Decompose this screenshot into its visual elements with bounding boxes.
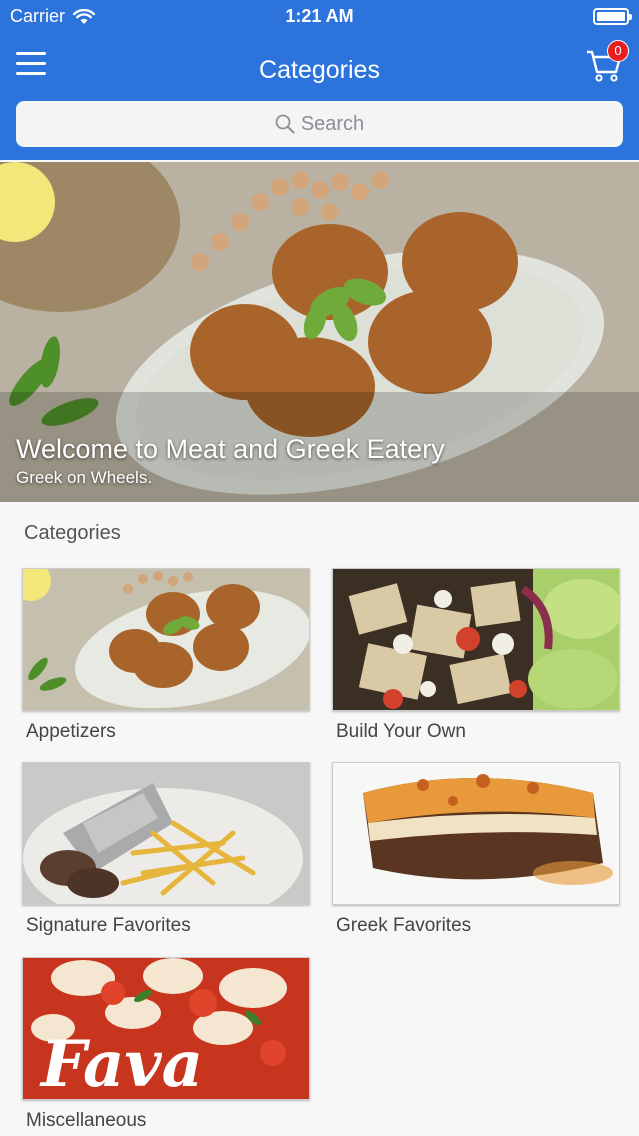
hero-subtitle: Greek on Wheels. [16,468,153,487]
category-image [332,762,620,905]
category-label: Appetizers [26,721,116,742]
hero-banner[interactable]: Welcome to Meat and Greek Eatery Greek o… [0,162,639,502]
category-image [22,568,310,711]
top-bar: Carrier 1:21 AM Categories 0 Search [0,0,639,160]
section-title: Categories [24,522,121,544]
category-label: Greek Favorites [336,915,472,936]
cart-button[interactable]: 0 [585,40,629,86]
category-tile-greek-favorites[interactable]: Greek Favorites [332,762,620,937]
search-placeholder: Search [300,112,365,135]
search-icon [275,114,295,134]
category-image: Fava [22,957,310,1100]
category-label: Build Your Own [336,721,466,742]
battery-icon [593,8,632,25]
svg-text:Fava: Fava [39,1027,203,1100]
category-image [22,762,310,905]
category-tile-build-your-own[interactable]: Build Your Own [332,568,620,743]
status-bar: Carrier 1:21 AM [0,0,639,34]
status-time: 1:21 AM [285,6,354,26]
category-image [332,568,620,711]
category-tile-signature-favorites[interactable]: Signature Favorites [22,762,310,937]
category-tile-appetizers[interactable]: Appetizers [22,568,310,743]
category-label: Miscellaneous [26,1110,147,1131]
cart-count-badge: 0 [607,40,629,62]
nav-bar: Categories 0 [0,38,639,98]
page-title: Categories [259,56,380,84]
category-label: Signature Favorites [26,915,191,936]
hero-title: Welcome to Meat and Greek Eatery [16,434,445,464]
search-input[interactable]: Search [16,101,623,147]
category-tile-miscellaneous[interactable]: Fava Miscellaneous [22,957,310,1132]
